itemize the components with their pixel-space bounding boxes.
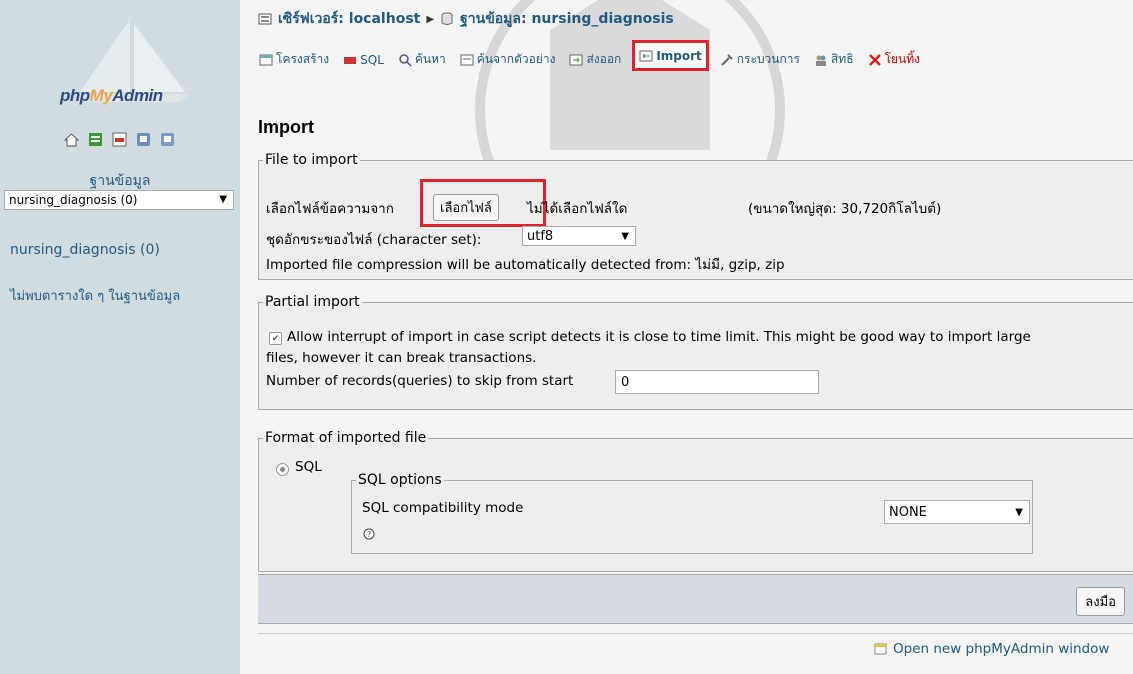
breadcrumb: เซิร์ฟเวอร์: localhost ▶ ฐานข้อมูล: nurs… bbox=[258, 8, 674, 30]
breadcrumb-separator-icon: ▶ bbox=[426, 13, 435, 25]
breadcrumb-server[interactable]: เซิร์ฟเวอร์: localhost bbox=[278, 8, 420, 30]
help-icon[interactable] bbox=[160, 132, 175, 147]
page-title: Import bbox=[258, 117, 314, 137]
delete-icon bbox=[868, 53, 881, 66]
allow-interrupt-label: Allow interrupt of import in case script… bbox=[287, 329, 1031, 345]
tab-sql[interactable]: SQL bbox=[340, 48, 387, 71]
submit-bar: ลงมือ bbox=[258, 574, 1133, 624]
no-tables-message: ไม่พบตารางใด ๆ ในฐานข้อมูล bbox=[10, 289, 181, 304]
fieldset-legend: File to import bbox=[265, 152, 358, 168]
sql-format-label: SQL bbox=[295, 459, 322, 475]
left-navigation: phpMyAdmin ฐานข้อมูล nursing_diagnosis (… bbox=[0, 0, 240, 674]
users-icon bbox=[815, 55, 826, 66]
tab-label: ค้นหา bbox=[414, 52, 446, 66]
exit-icon[interactable] bbox=[88, 132, 103, 147]
divider bbox=[258, 633, 1133, 634]
dropdown-arrow-icon: ▼ bbox=[1015, 506, 1023, 518]
go-button[interactable]: ลงมือ bbox=[1076, 587, 1125, 616]
home-icon[interactable] bbox=[64, 132, 79, 147]
help-icon[interactable]: ? bbox=[363, 528, 375, 540]
tab-label: ส่งออก bbox=[586, 52, 622, 66]
fieldset-legend: Format of imported file bbox=[265, 430, 427, 446]
tab-query-by-example[interactable]: ค้นจากตัวอย่าง bbox=[457, 48, 559, 71]
tab-label: สิทธิ bbox=[830, 52, 854, 66]
browse-label: เลือกไฟล์ข้อความจาก bbox=[266, 201, 394, 217]
tab-structure[interactable]: โครงสร้าง bbox=[256, 48, 332, 71]
server-icon bbox=[258, 13, 272, 25]
tab-search[interactable]: ค้นหา bbox=[395, 48, 449, 71]
charset-select[interactable]: utf8 ▼ bbox=[522, 226, 636, 246]
sql-query-icon[interactable] bbox=[112, 132, 127, 147]
sql-icon bbox=[344, 56, 357, 64]
fieldset-legend: Partial import bbox=[265, 294, 360, 310]
tab-export[interactable]: ส่งออก bbox=[566, 48, 624, 71]
tab-label: Import bbox=[656, 48, 702, 63]
database-select[interactable]: nursing_diagnosis (0) ▼ bbox=[4, 190, 234, 210]
charset-label: ชุดอักขระของไฟล์ (character set): bbox=[266, 232, 482, 248]
allow-interrupt-label-cont: files, however it can break transactions… bbox=[266, 350, 537, 366]
tab-bar: โครงสร้าง SQL ค้นหา ค้นจากตัวอย่าง ส่งออ… bbox=[256, 40, 923, 71]
database-label: ฐานข้อมูล bbox=[89, 173, 151, 189]
tab-privileges[interactable]: สิทธิ bbox=[811, 48, 857, 71]
svg-text:?: ? bbox=[367, 530, 371, 539]
query-icon bbox=[460, 54, 474, 65]
compat-mode-select[interactable]: NONE ▼ bbox=[884, 500, 1030, 524]
new-window-icon bbox=[874, 643, 887, 655]
nav-icons bbox=[64, 132, 175, 147]
open-new-window-link[interactable]: Open new phpMyAdmin window bbox=[874, 641, 1109, 657]
max-size-text: (ขนาดใหญ่สุด: 30,720กิโลไบต์) bbox=[748, 201, 942, 217]
skip-records-input[interactable]: 0 bbox=[615, 370, 819, 394]
dropdown-arrow-icon: ▼ bbox=[621, 230, 629, 242]
compat-mode-label: SQL compatibility mode bbox=[362, 500, 524, 516]
tab-drop[interactable]: โยนทิ้ง bbox=[865, 48, 923, 71]
breadcrumb-database[interactable]: ฐานข้อมูล: nursing_diagnosis bbox=[460, 8, 674, 30]
database-link[interactable]: nursing_diagnosis (0) bbox=[10, 242, 160, 258]
tab-label: ค้นจากตัวอย่าง bbox=[476, 52, 556, 66]
main-content: เซิร์ฟเวอร์: localhost ▶ ฐานข้อมูล: nurs… bbox=[240, 0, 1133, 674]
open-new-window-label: Open new phpMyAdmin window bbox=[893, 641, 1110, 657]
charset-select-value: utf8 bbox=[527, 228, 554, 244]
dropdown-arrow-icon: ▼ bbox=[219, 194, 227, 205]
tab-label: โครงสร้าง bbox=[276, 52, 330, 66]
allow-interrupt-checkbox[interactable]: ✔ bbox=[269, 332, 282, 345]
tab-label: SQL bbox=[360, 52, 384, 67]
database-select-value: nursing_diagnosis (0) bbox=[9, 193, 138, 207]
no-file-text: ไม่ได้เลือกไฟล์ใด bbox=[527, 201, 628, 217]
skip-records-label: Number of records(queries) to skip from … bbox=[266, 373, 574, 389]
search-icon bbox=[399, 53, 412, 67]
compat-mode-value: NONE bbox=[889, 504, 927, 520]
tab-operations[interactable]: กระบวนการ bbox=[717, 48, 803, 71]
tab-import[interactable]: Import bbox=[632, 40, 709, 71]
structure-icon bbox=[259, 54, 273, 65]
import-icon bbox=[639, 50, 653, 61]
phpmyadmin-logo[interactable]: phpMyAdmin bbox=[60, 86, 163, 106]
sql-format-radio[interactable] bbox=[276, 463, 289, 476]
compression-note: Imported file compression will be automa… bbox=[266, 257, 785, 273]
docs-icon[interactable] bbox=[136, 132, 151, 147]
tab-label: โยนทิ้ง bbox=[884, 52, 920, 66]
fieldset-legend: SQL options bbox=[358, 472, 442, 488]
wrench-icon bbox=[721, 53, 733, 66]
tab-label: กระบวนการ bbox=[736, 52, 800, 66]
database-icon bbox=[441, 12, 453, 25]
export-icon bbox=[569, 54, 583, 65]
